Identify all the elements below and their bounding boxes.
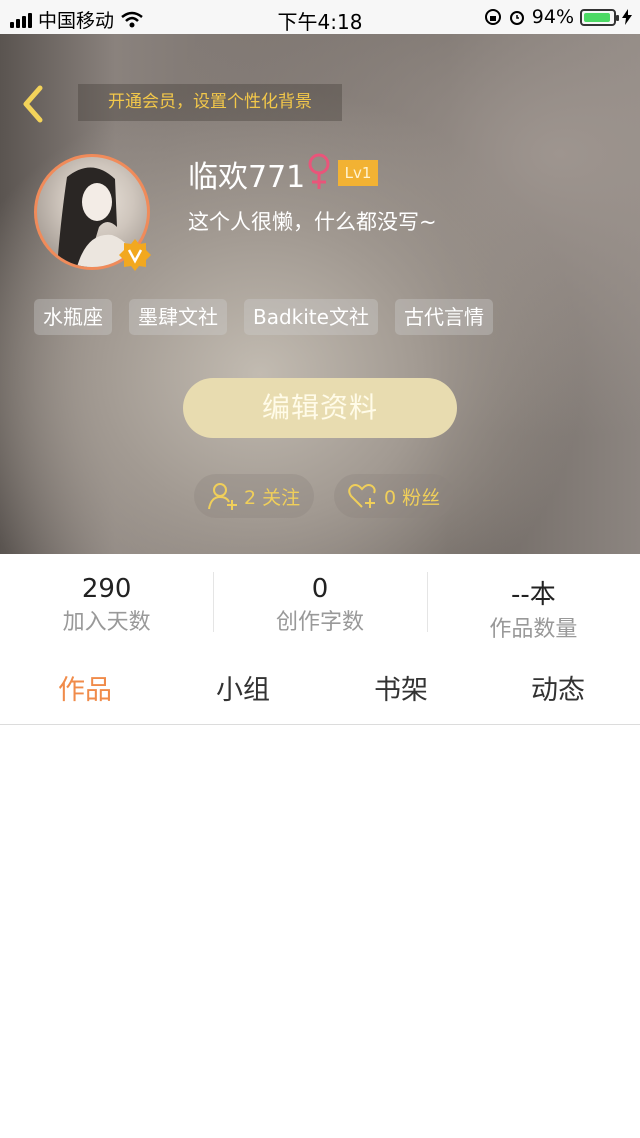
tag-item[interactable]: Badkite文社	[244, 299, 378, 335]
stat-value: 0	[311, 574, 329, 604]
stat-value: --本	[510, 580, 556, 610]
stats-row: 290 加入天数 0 创作字数 --本 作品数量	[0, 554, 640, 648]
rotation-lock-icon	[484, 9, 501, 25]
tag-item[interactable]: 水瓶座	[34, 299, 112, 335]
profile-header: 开通会员，设置个性化背景 临欢771 Lv1 这个人很懒，什么都没写~ 水瓶座 …	[0, 34, 640, 554]
status-bar: 中国移动 下午4:18 94%	[0, 0, 640, 34]
tag-item[interactable]: 墨肆文社	[129, 299, 227, 335]
tab-content-area	[0, 725, 640, 1138]
heart-plus-icon	[348, 484, 376, 508]
following-count: 2 关注	[244, 486, 301, 509]
back-chevron-icon[interactable]	[18, 84, 48, 124]
followers-count: 0 粉丝	[384, 486, 441, 509]
tab-bookshelf[interactable]: 书架	[374, 668, 428, 707]
tag-item[interactable]: 古代言情	[394, 299, 493, 335]
alarm-icon	[509, 11, 524, 25]
signature: 这个人很懒，什么都没写~	[188, 210, 437, 234]
vip-background-banner[interactable]: 开通会员，设置个性化背景	[78, 84, 342, 121]
stat-days-joined: 290 加入天数	[0, 554, 213, 648]
followers-button[interactable]: 0 粉丝	[334, 474, 455, 518]
tab-works[interactable]: 作品	[58, 668, 112, 707]
username: 临欢771	[188, 160, 306, 195]
stat-works-count: --本 作品数量	[426, 554, 640, 648]
status-right: 94%	[484, 6, 632, 28]
tab-bar: 作品 小组 书架 动态	[0, 648, 640, 725]
battery-icon	[580, 8, 619, 26]
tab-groups[interactable]: 小组	[216, 668, 270, 707]
charging-icon	[622, 9, 632, 25]
stat-word-count: 0 创作字数	[213, 554, 426, 648]
battery-fill	[584, 12, 611, 22]
battery-percent: 94%	[531, 6, 574, 28]
female-gender-icon	[308, 153, 330, 189]
following-button[interactable]: 2 关注	[194, 474, 315, 518]
stat-label: 创作字数	[275, 610, 364, 635]
stat-value: 290	[81, 574, 132, 604]
tab-activity[interactable]: 动态	[531, 668, 585, 707]
tag-list: 水瓶座 墨肆文社 Badkite文社 古代言情	[34, 299, 493, 335]
add-user-icon	[208, 483, 237, 510]
stat-label: 加入天数	[62, 610, 151, 635]
verified-v-badge-icon	[119, 239, 151, 271]
level-badge: Lv1	[338, 160, 378, 186]
edit-profile-button[interactable]: 编辑资料	[183, 378, 457, 438]
stat-label: 作品数量	[489, 617, 578, 642]
